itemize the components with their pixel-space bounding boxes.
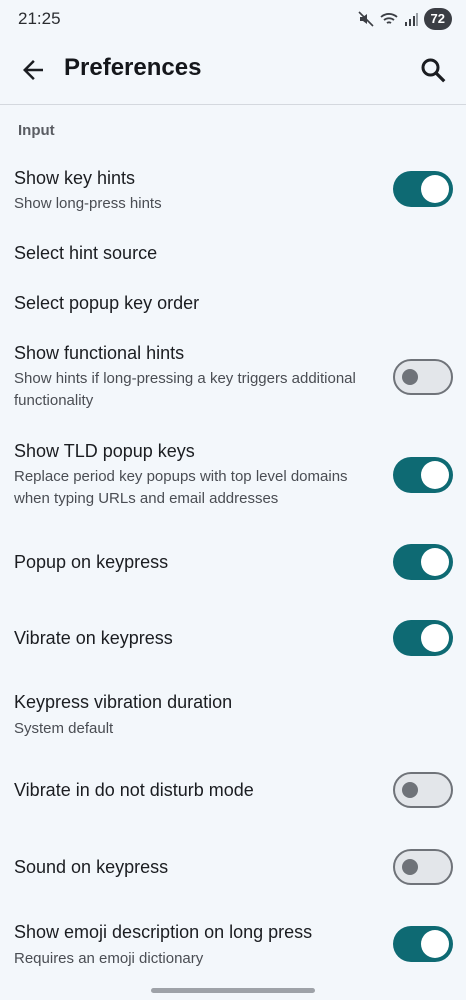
- setting-show-functional-hints[interactable]: Show functional hints Show hints if long…: [0, 336, 466, 420]
- toggle-switch[interactable]: [393, 457, 453, 493]
- app-bar-divider: [0, 104, 466, 105]
- setting-subtitle: Show hints if long-pressing a key trigge…: [14, 370, 356, 409]
- status-time: 21:25: [18, 9, 61, 28]
- toggle-switch[interactable]: [393, 359, 453, 395]
- back-arrow-icon[interactable]: [18, 55, 48, 85]
- setting-title: Show TLD popup keys: [14, 441, 195, 461]
- toggle-switch[interactable]: [393, 544, 453, 580]
- setting-subtitle: Show long-press hints: [14, 195, 162, 212]
- toggle-knob: [421, 624, 449, 652]
- setting-show-key-hints[interactable]: Show key hints Show long-press hints: [0, 160, 466, 224]
- setting-title: Show emoji description on long press: [14, 922, 313, 942]
- setting-show-tld-popup-keys[interactable]: Show TLD popup keys Replace period key p…: [0, 434, 466, 518]
- toggle-knob: [421, 461, 449, 489]
- toggle-knob: [421, 175, 449, 203]
- toggle-knob: [402, 782, 418, 798]
- setting-keypress-vibration-duration[interactable]: Keypress vibration duration System defau…: [0, 684, 466, 744]
- wifi-icon: [379, 13, 398, 24]
- app-bar: Preferences: [0, 40, 466, 104]
- setting-show-emoji-description[interactable]: Show emoji description on long press Req…: [0, 914, 466, 976]
- search-icon[interactable]: [418, 55, 448, 85]
- setting-title: Select hint source: [14, 243, 158, 263]
- battery-badge: 72: [423, 8, 452, 30]
- setting-title: Sound on keypress: [14, 857, 169, 877]
- toggle-knob: [402, 369, 418, 385]
- setting-select-hint-source[interactable]: Select hint source: [0, 232, 466, 276]
- setting-vibrate-dnd[interactable]: Vibrate in do not disturb mode: [0, 768, 466, 812]
- toggle-switch[interactable]: [393, 772, 453, 808]
- toggle-switch[interactable]: [393, 849, 453, 885]
- page-title: Preferences: [64, 54, 202, 81]
- setting-title: Vibrate on keypress: [14, 628, 173, 648]
- setting-title: Select popup key order: [14, 293, 200, 313]
- setting-title: Keypress vibration duration: [14, 692, 233, 712]
- home-indicator[interactable]: [151, 988, 315, 993]
- mute-icon: [357, 11, 374, 27]
- setting-vibrate-on-keypress[interactable]: Vibrate on keypress: [0, 616, 466, 660]
- setting-select-popup-key-order[interactable]: Select popup key order: [0, 282, 466, 326]
- toggle-knob: [402, 859, 418, 875]
- setting-popup-on-keypress[interactable]: Popup on keypress: [0, 540, 466, 584]
- status-icons: 72: [357, 8, 452, 30]
- setting-subtitle: Requires an emoji dictionary: [14, 950, 204, 967]
- setting-title: Show functional hints: [14, 343, 185, 363]
- status-bar: 21:25 72: [0, 0, 466, 40]
- setting-subtitle: System default: [14, 720, 114, 737]
- signal-icon: [404, 13, 418, 26]
- setting-title: Vibrate in do not disturb mode: [14, 780, 254, 800]
- setting-title: Show key hints: [14, 168, 136, 188]
- setting-sound-on-keypress[interactable]: Sound on keypress: [0, 846, 466, 890]
- toggle-switch[interactable]: [393, 620, 453, 656]
- toggle-switch[interactable]: [393, 926, 453, 962]
- toggle-knob: [421, 548, 449, 576]
- toggle-knob: [421, 930, 449, 958]
- section-header-input: Input: [18, 122, 55, 139]
- setting-title: Popup on keypress: [14, 552, 169, 572]
- setting-subtitle: Replace period key popups with top level…: [14, 468, 348, 507]
- toggle-switch[interactable]: [393, 171, 453, 207]
